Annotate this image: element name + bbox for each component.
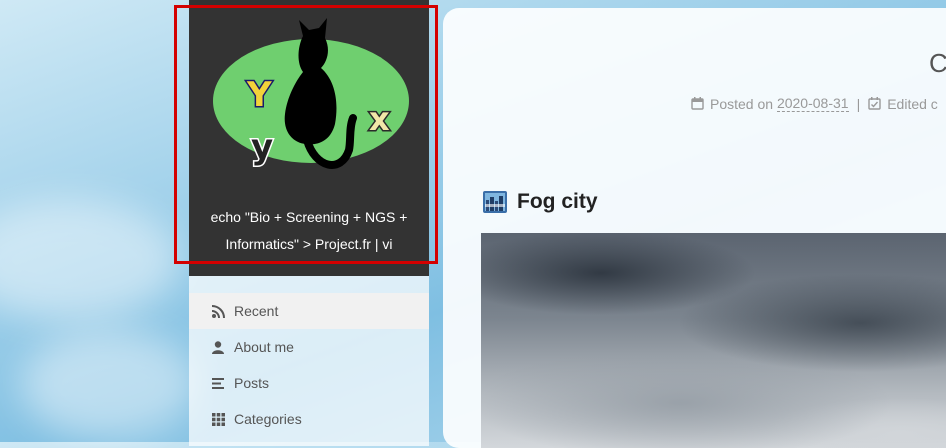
menu-item-label: About me bbox=[234, 339, 294, 355]
fog-city-photo bbox=[481, 233, 946, 448]
post-title: C bbox=[929, 48, 946, 78]
menu-item-about[interactable]: About me bbox=[189, 329, 429, 365]
main-content: C Posted on 2020-08-31 | Edited c Fog ci… bbox=[443, 8, 946, 448]
menu-item-label: Categories bbox=[234, 411, 302, 427]
menu-item-categories[interactable]: Categories bbox=[189, 401, 429, 437]
menu-item-label: Recent bbox=[234, 303, 279, 319]
menu-item-recent[interactable]: Recent bbox=[189, 293, 429, 329]
edited-label: Edited c bbox=[887, 95, 938, 112]
posted-label: Posted on bbox=[710, 95, 774, 112]
grid-icon bbox=[211, 412, 225, 426]
meta-separator: | bbox=[856, 95, 861, 112]
sidebar-menu: Recent About me Posts Categories bbox=[189, 276, 429, 446]
posted-date-link[interactable]: 2020-08-31 bbox=[776, 95, 849, 112]
calendar-check-icon bbox=[868, 97, 881, 110]
highlight-annotation bbox=[174, 5, 438, 264]
rss-icon bbox=[211, 304, 225, 318]
list-icon bbox=[211, 376, 225, 390]
section-title-text: Fog city bbox=[517, 190, 598, 213]
user-icon bbox=[211, 340, 225, 354]
calendar-icon bbox=[691, 97, 704, 110]
foggy-city-emoji-icon bbox=[483, 191, 507, 213]
menu-item-label: Posts bbox=[234, 375, 270, 391]
menu-item-posts[interactable]: Posts bbox=[189, 365, 429, 401]
post-meta: Posted on 2020-08-31 | Edited c bbox=[691, 95, 938, 112]
section-heading: Fog city bbox=[483, 190, 598, 214]
